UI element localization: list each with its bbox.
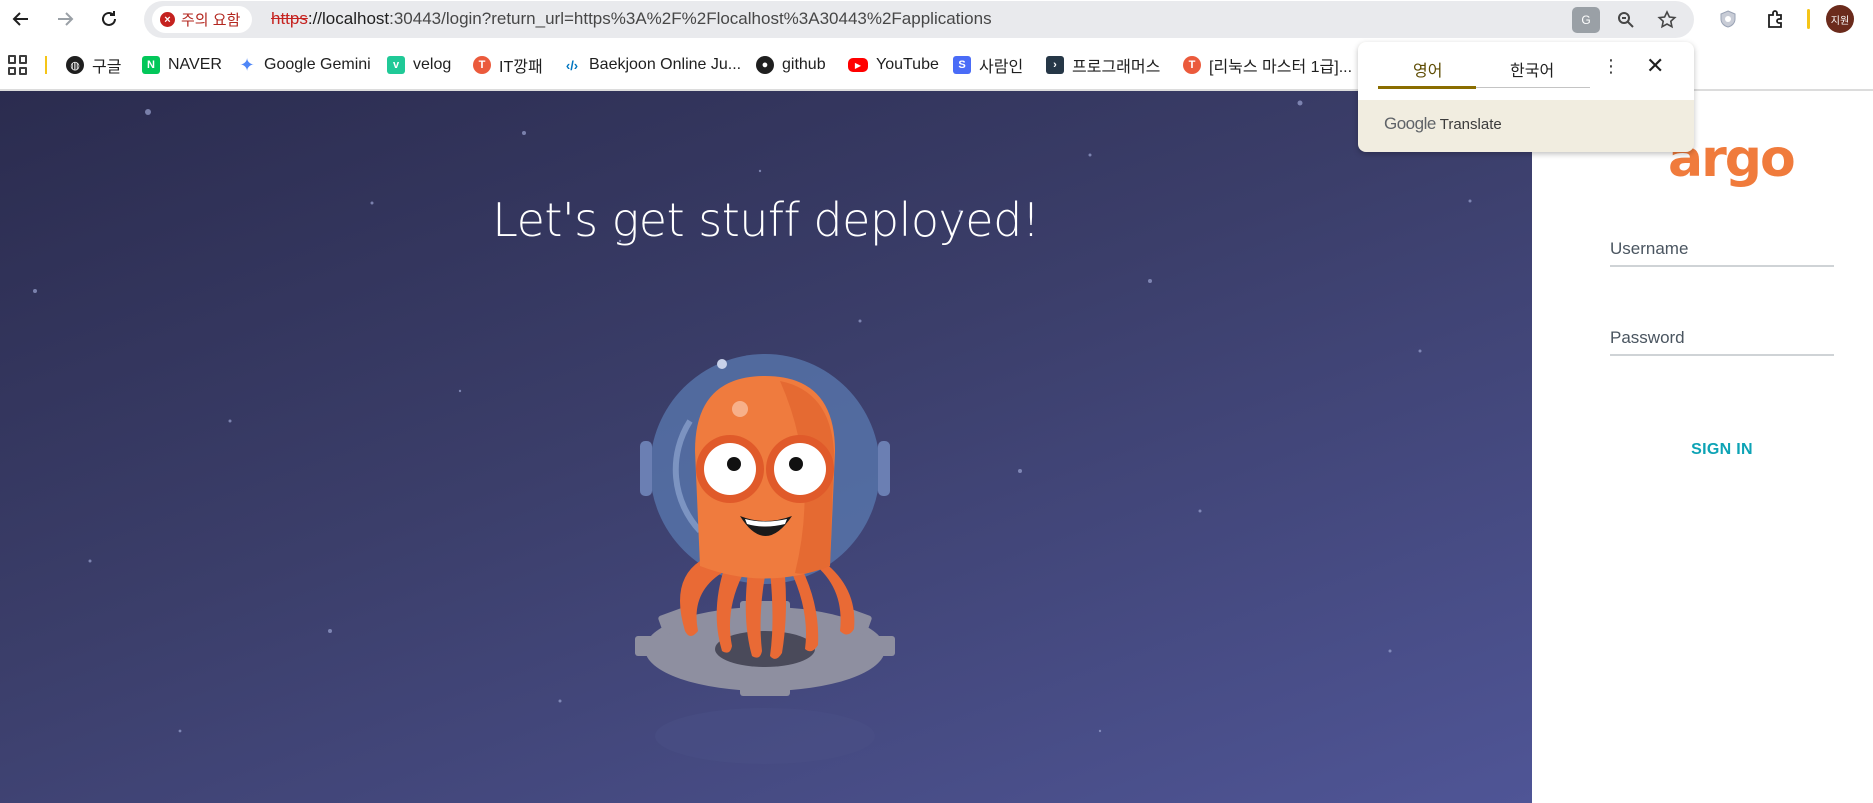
bookmark-github[interactable]: ● github	[756, 53, 826, 77]
browser-toolbar: × 주의 요함 https://localhost:30443/login?re…	[0, 0, 1873, 38]
bookmark-programmers[interactable]: › 프로그래머스	[1046, 53, 1160, 77]
address-bar[interactable]: × 주의 요함 https://localhost:30443/login?re…	[144, 1, 1694, 38]
bookmark-label: github	[782, 56, 826, 73]
bookmark-velog[interactable]: v velog	[387, 53, 451, 77]
security-warning-label: 주의 요함	[181, 12, 241, 29]
bookmark-label: Google Gemini	[264, 56, 371, 73]
velog-icon: v	[387, 56, 405, 74]
apps-grid-icon[interactable]	[8, 55, 28, 75]
bookmark-saramin[interactable]: S 사람인	[953, 53, 1023, 77]
extensions-puzzle-icon[interactable]	[1761, 5, 1789, 33]
tab-divider	[1476, 87, 1590, 88]
login-panel: argo Username Password SIGN IN	[1532, 91, 1873, 803]
hero-title: Let's get stuff deployed!	[492, 193, 1040, 247]
bookmark-label: Baekjoon Online Ju...	[589, 56, 742, 73]
programmers-icon: ›	[1046, 56, 1064, 74]
back-icon[interactable]	[6, 4, 36, 34]
url-scheme: https	[271, 9, 308, 28]
active-tab-indicator	[1378, 86, 1476, 89]
forward-icon[interactable]	[50, 4, 80, 34]
tistory-icon: T	[473, 56, 491, 74]
sign-in-button[interactable]: SIGN IN	[1610, 441, 1834, 459]
translate-popup-header: 영어 한국어 ⋮ ✕	[1358, 42, 1694, 100]
bookmark-label: 사람인	[979, 59, 1024, 76]
naver-icon: N	[142, 56, 160, 74]
bookmark-gemini[interactable]: ✦ Google Gemini	[238, 53, 371, 77]
bookmark-it-gangpae[interactable]: T IT깡패	[473, 53, 543, 77]
zoom-icon[interactable]	[1612, 6, 1640, 34]
bookmark-baekjoon[interactable]: ‹/› Baekjoon Online Ju...	[563, 53, 741, 77]
bookmark-google[interactable]: ◍ 구글	[66, 53, 121, 77]
bookmark-youtube[interactable]: ▶ YouTube	[848, 53, 939, 77]
translate-brand-text: Translate	[1439, 116, 1502, 133]
bookmark-label: velog	[413, 56, 452, 73]
bookmark-star-icon[interactable]	[1653, 6, 1681, 34]
extension-shield-icon[interactable]	[1714, 5, 1742, 33]
argo-octopus-mascot	[635, 354, 895, 764]
close-icon[interactable]: ✕	[1646, 53, 1664, 79]
code-icon: ‹/›	[565, 57, 579, 73]
hero-panel: Let's get stuff deployed!	[0, 91, 1532, 803]
translate-icon[interactable]: G	[1572, 7, 1600, 33]
username-field[interactable]: Username	[1610, 231, 1834, 267]
error-icon: ×	[160, 12, 175, 27]
google-translate-brand: Google Translate	[1384, 114, 1502, 134]
url-text[interactable]: https://localhost:30443/login?return_url…	[271, 9, 992, 29]
bookmark-label: NAVER	[168, 56, 222, 73]
password-field[interactable]: Password	[1610, 320, 1834, 356]
profile-avatar[interactable]: 지원	[1826, 5, 1854, 33]
reload-icon[interactable]	[94, 4, 124, 34]
bookmark-naver[interactable]: N NAVER	[142, 53, 222, 77]
url-host: ://localhost	[307, 9, 390, 28]
google-brand-text: Google	[1384, 114, 1436, 133]
bookmark-linux-master[interactable]: T [리눅스 마스터 1급]...	[1183, 53, 1352, 77]
saramin-icon: S	[953, 56, 971, 74]
bookmarks-separator	[45, 56, 47, 74]
gemini-icon: ✦	[239, 54, 255, 75]
url-path: :30443/login?return_url=https%3A%2F%2Flo…	[389, 9, 992, 28]
bookmark-label: [리눅스 마스터 1급]...	[1209, 59, 1353, 76]
tab-target-language[interactable]: 한국어	[1510, 57, 1554, 81]
globe-icon: ◍	[66, 56, 84, 74]
youtube-icon: ▶	[848, 58, 868, 72]
bookmark-label: IT깡패	[499, 59, 543, 76]
bookmark-label: 구글	[92, 59, 122, 76]
translate-popup: 영어 한국어 ⋮ ✕ Google Translate	[1358, 42, 1694, 152]
bookmark-label: 프로그래머스	[1072, 59, 1161, 76]
bookmark-label: YouTube	[876, 56, 939, 73]
security-warning-chip[interactable]: × 주의 요함	[152, 6, 253, 33]
github-icon: ●	[756, 56, 774, 74]
toolbar-separator	[1807, 9, 1810, 29]
tistory-icon: T	[1183, 56, 1201, 74]
more-options-icon[interactable]: ⋮	[1602, 56, 1620, 77]
tab-source-language[interactable]: 영어	[1413, 57, 1442, 81]
